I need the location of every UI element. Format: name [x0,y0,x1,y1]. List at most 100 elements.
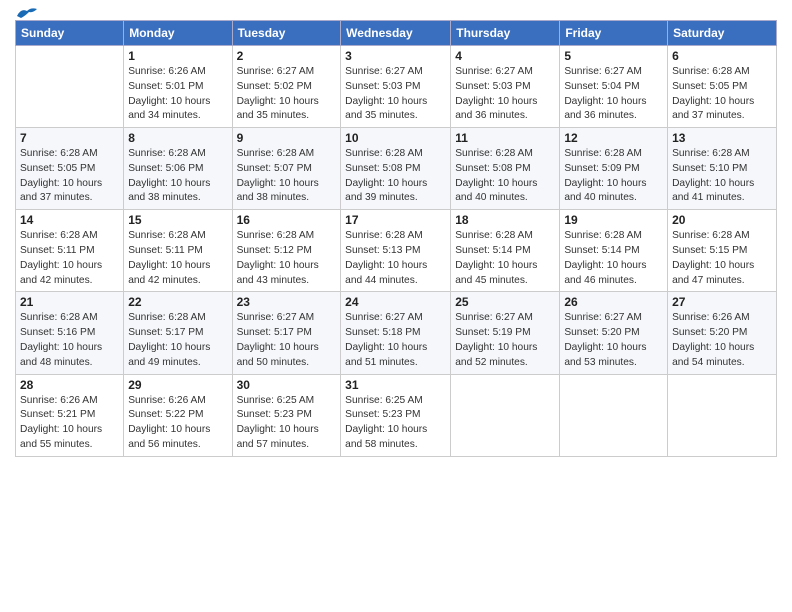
day-number: 7 [20,131,119,145]
day-info: Sunrise: 6:27 AM Sunset: 5:18 PM Dayligh… [345,311,446,370]
header [15,10,777,12]
day-info: Sunrise: 6:27 AM Sunset: 5:03 PM Dayligh… [455,65,555,124]
day-info: Sunrise: 6:28 AM Sunset: 5:09 PM Dayligh… [564,147,663,206]
day-info: Sunrise: 6:28 AM Sunset: 5:14 PM Dayligh… [455,229,555,288]
calendar-cell: 3Sunrise: 6:27 AM Sunset: 5:03 PM Daylig… [341,46,451,128]
day-number: 25 [455,295,555,309]
page: SundayMondayTuesdayWednesdayThursdayFrid… [0,0,792,612]
day-number: 6 [672,49,772,63]
logo-bird-icon [15,6,37,24]
weekday-row: SundayMondayTuesdayWednesdayThursdayFrid… [16,21,777,46]
day-info: Sunrise: 6:25 AM Sunset: 5:23 PM Dayligh… [237,394,337,453]
weekday-header-friday: Friday [560,21,668,46]
day-number: 15 [128,213,227,227]
week-row-2: 7Sunrise: 6:28 AM Sunset: 5:05 PM Daylig… [16,128,777,210]
day-info: Sunrise: 6:28 AM Sunset: 5:06 PM Dayligh… [128,147,227,206]
day-info: Sunrise: 6:26 AM Sunset: 5:21 PM Dayligh… [20,394,119,453]
calendar-cell: 6 Sunrise: 6:28 AM Sunset: 5:05 PM Daylig… [668,46,777,128]
day-number: 17 [345,213,446,227]
week-row-3: 14 Sunrise: 6:28 AM Sunset: 5:11 PM Dayli… [16,210,777,292]
day-info: Sunrise: 6:28 AM Sunset: 5:14 PM Dayligh… [564,229,663,288]
calendar-cell: 21 Sunrise: 6:28 AM Sunset: 5:16 PM Dayli… [16,292,124,374]
week-row-1: 1Sunrise: 6:26 AM Sunset: 5:01 PM Daylig… [16,46,777,128]
day-info: Sunrise: 6:28 AM Sunset: 5:15 PM Dayligh… [672,229,772,288]
day-number: 2 [237,49,337,63]
day-number: 16 [237,213,337,227]
calendar-cell: 24 Sunrise: 6:27 AM Sunset: 5:18 PM Dayli… [341,292,451,374]
day-info: Sunrise: 6:28 AM Sunset: 5:11 PM Dayligh… [20,229,119,288]
day-number: 12 [564,131,663,145]
day-info: Sunrise: 6:28 AM Sunset: 5:08 PM Dayligh… [345,147,446,206]
day-info: Sunrise: 6:28 AM Sunset: 5:08 PM Dayligh… [455,147,555,206]
day-number: 24 [345,295,446,309]
day-number: 4 [455,49,555,63]
day-number: 21 [20,295,119,309]
calendar-cell: 31Sunrise: 6:25 AM Sunset: 5:23 PM Dayli… [341,374,451,456]
calendar-cell: 12 Sunrise: 6:28 AM Sunset: 5:09 PM Dayli… [560,128,668,210]
day-info: Sunrise: 6:28 AM Sunset: 5:11 PM Dayligh… [128,229,227,288]
day-number: 20 [672,213,772,227]
day-info: Sunrise: 6:27 AM Sunset: 5:02 PM Dayligh… [237,65,337,124]
day-number: 1 [128,49,227,63]
calendar-cell: 1Sunrise: 6:26 AM Sunset: 5:01 PM Daylig… [124,46,232,128]
day-number: 10 [345,131,446,145]
weekday-header-wednesday: Wednesday [341,21,451,46]
calendar-cell: 4 Sunrise: 6:27 AM Sunset: 5:03 PM Daylig… [451,46,560,128]
calendar-cell: 30 Sunrise: 6:25 AM Sunset: 5:23 PM Dayli… [232,374,341,456]
calendar-cell: 11 Sunrise: 6:28 AM Sunset: 5:08 PM Dayli… [451,128,560,210]
calendar-cell: 5 Sunrise: 6:27 AM Sunset: 5:04 PM Daylig… [560,46,668,128]
day-info: Sunrise: 6:26 AM Sunset: 5:20 PM Dayligh… [672,311,772,370]
calendar-cell: 22 Sunrise: 6:28 AM Sunset: 5:17 PM Dayli… [124,292,232,374]
calendar-cell: 23 Sunrise: 6:27 AM Sunset: 5:17 PM Dayli… [232,292,341,374]
week-row-4: 21 Sunrise: 6:28 AM Sunset: 5:16 PM Dayli… [16,292,777,374]
calendar-cell: 13Sunrise: 6:28 AM Sunset: 5:10 PM Dayli… [668,128,777,210]
day-info: Sunrise: 6:27 AM Sunset: 5:19 PM Dayligh… [455,311,555,370]
day-number: 28 [20,378,119,392]
calendar-cell [451,374,560,456]
day-info: Sunrise: 6:27 AM Sunset: 5:04 PM Dayligh… [564,65,663,124]
calendar-cell: 16Sunrise: 6:28 AM Sunset: 5:12 PM Dayli… [232,210,341,292]
calendar-body: 1Sunrise: 6:26 AM Sunset: 5:01 PM Daylig… [16,46,777,457]
calendar-cell: 20 Sunrise: 6:28 AM Sunset: 5:15 PM Dayli… [668,210,777,292]
day-info: Sunrise: 6:26 AM Sunset: 5:22 PM Dayligh… [128,394,227,453]
week-row-5: 28 Sunrise: 6:26 AM Sunset: 5:21 PM Dayli… [16,374,777,456]
day-info: Sunrise: 6:28 AM Sunset: 5:13 PM Dayligh… [345,229,446,288]
calendar-cell [668,374,777,456]
weekday-header-saturday: Saturday [668,21,777,46]
calendar-cell: 10 Sunrise: 6:28 AM Sunset: 5:08 PM Dayli… [341,128,451,210]
calendar-cell: 9Sunrise: 6:28 AM Sunset: 5:07 PM Daylig… [232,128,341,210]
calendar-cell: 2 Sunrise: 6:27 AM Sunset: 5:02 PM Daylig… [232,46,341,128]
day-info: Sunrise: 6:28 AM Sunset: 5:05 PM Dayligh… [672,65,772,124]
day-info: Sunrise: 6:27 AM Sunset: 5:03 PM Dayligh… [345,65,446,124]
day-info: Sunrise: 6:28 AM Sunset: 5:16 PM Dayligh… [20,311,119,370]
day-number: 5 [564,49,663,63]
day-number: 30 [237,378,337,392]
calendar-cell: 28 Sunrise: 6:26 AM Sunset: 5:21 PM Dayli… [16,374,124,456]
day-info: Sunrise: 6:27 AM Sunset: 5:20 PM Dayligh… [564,311,663,370]
day-info: Sunrise: 6:27 AM Sunset: 5:17 PM Dayligh… [237,311,337,370]
day-number: 29 [128,378,227,392]
day-number: 11 [455,131,555,145]
calendar-cell: 15 Sunrise: 6:28 AM Sunset: 5:11 PM Dayli… [124,210,232,292]
weekday-header-sunday: Sunday [16,21,124,46]
calendar-cell: 14 Sunrise: 6:28 AM Sunset: 5:11 PM Dayli… [16,210,124,292]
day-number: 23 [237,295,337,309]
calendar-header: SundayMondayTuesdayWednesdayThursdayFrid… [16,21,777,46]
calendar-cell: 27Sunrise: 6:26 AM Sunset: 5:20 PM Dayli… [668,292,777,374]
day-number: 14 [20,213,119,227]
day-number: 19 [564,213,663,227]
calendar-cell: 8 Sunrise: 6:28 AM Sunset: 5:06 PM Daylig… [124,128,232,210]
day-info: Sunrise: 6:28 AM Sunset: 5:07 PM Dayligh… [237,147,337,206]
calendar-cell: 7Sunrise: 6:28 AM Sunset: 5:05 PM Daylig… [16,128,124,210]
calendar-cell: 17 Sunrise: 6:28 AM Sunset: 5:13 PM Dayli… [341,210,451,292]
day-number: 18 [455,213,555,227]
day-info: Sunrise: 6:28 AM Sunset: 5:17 PM Dayligh… [128,311,227,370]
calendar-cell: 18 Sunrise: 6:28 AM Sunset: 5:14 PM Dayli… [451,210,560,292]
calendar-cell: 29 Sunrise: 6:26 AM Sunset: 5:22 PM Dayli… [124,374,232,456]
day-number: 22 [128,295,227,309]
day-number: 8 [128,131,227,145]
day-number: 26 [564,295,663,309]
calendar-table: SundayMondayTuesdayWednesdayThursdayFrid… [15,20,777,457]
weekday-header-thursday: Thursday [451,21,560,46]
weekday-header-tuesday: Tuesday [232,21,341,46]
